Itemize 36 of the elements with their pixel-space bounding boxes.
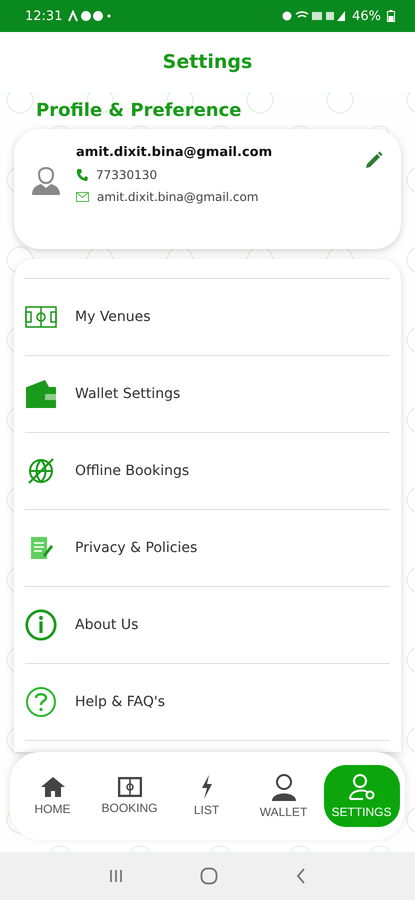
nav-tab[interactable]: WALLET	[246, 768, 320, 824]
menu-item[interactable]: My Venues	[25, 278, 390, 355]
wallet-icon	[25, 379, 57, 409]
person-icon	[270, 773, 298, 801]
avatar-icon	[32, 165, 60, 195]
battery-icon	[387, 10, 395, 22]
nav-tab[interactable]: LIST	[170, 768, 244, 824]
help-icon	[25, 686, 57, 718]
profile-name: amit.dixit.bina@gmail.com	[76, 145, 274, 160]
phone-icon	[76, 168, 88, 182]
field-icon	[118, 777, 142, 797]
page-title: Settings	[162, 51, 252, 73]
profile-phone: 77330130	[96, 168, 158, 182]
back-icon[interactable]	[296, 868, 306, 884]
menu-item[interactable]: Offline Bookings	[25, 432, 390, 509]
nav-tab[interactable]: BOOKING	[92, 768, 166, 824]
menu-item[interactable]: Wallet Settings	[25, 355, 390, 432]
mail-icon	[76, 192, 89, 202]
home-button-icon[interactable]	[200, 867, 218, 885]
lightning-icon	[200, 775, 214, 799]
status-time: 12:31	[25, 8, 62, 24]
menu-item[interactable]: About Us	[25, 586, 390, 663]
menu-item[interactable]: Privacy & Policies	[25, 509, 390, 586]
home-icon	[40, 776, 66, 798]
nav-tab[interactable]: HOME	[16, 768, 90, 824]
pencil-icon[interactable]	[365, 151, 383, 169]
menu-item[interactable]: Help & FAQ's	[25, 663, 390, 740]
battery-level: 46%	[352, 8, 381, 24]
document-icon	[28, 535, 54, 561]
globe-icon	[27, 457, 55, 485]
profile-email: amit.dixit.bina@gmail.com	[97, 190, 258, 204]
field-icon	[25, 306, 57, 328]
section-title: Profile & Preference	[36, 100, 242, 121]
recent-apps-icon[interactable]	[108, 869, 123, 883]
info-icon	[25, 607, 57, 643]
user-settings-icon	[348, 773, 376, 801]
